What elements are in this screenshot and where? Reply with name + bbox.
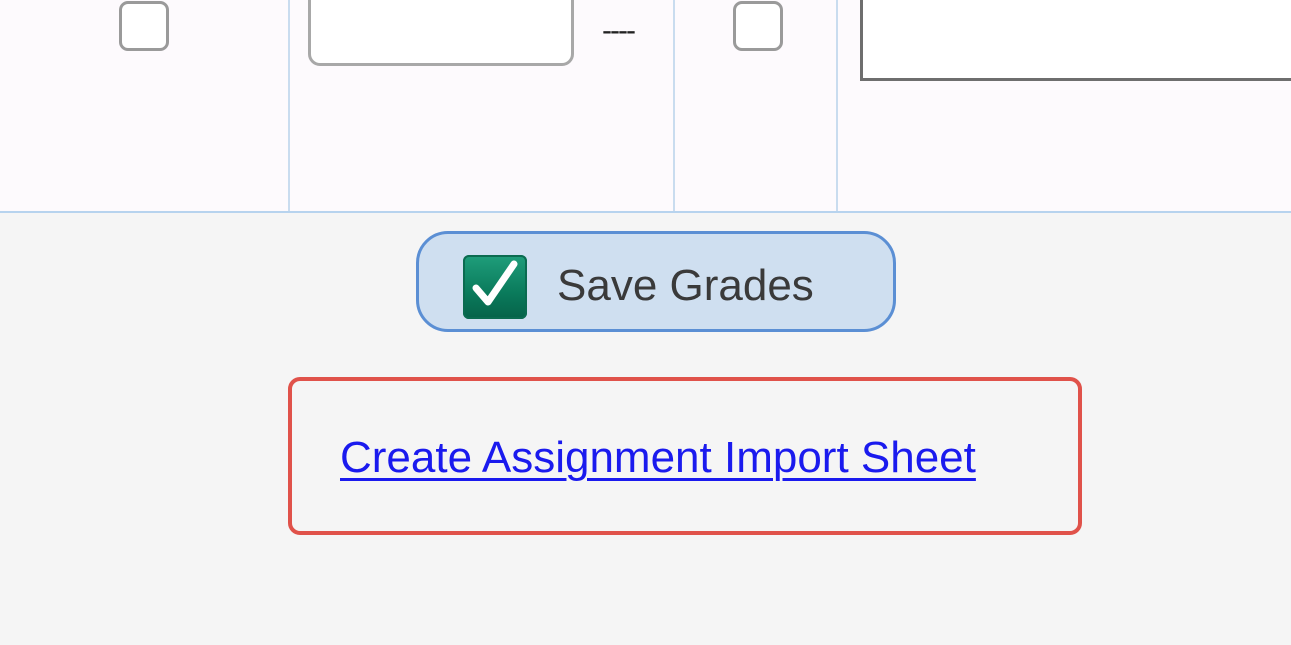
column-divider bbox=[288, 0, 290, 211]
column-divider bbox=[673, 0, 675, 211]
grade-row: ---- bbox=[0, 0, 1291, 213]
exempt-checkbox[interactable] bbox=[119, 1, 169, 51]
placeholder-dash: ---- bbox=[602, 14, 636, 47]
create-assignment-import-sheet-link[interactable]: Create Assignment Import Sheet bbox=[340, 433, 976, 483]
score-input[interactable] bbox=[308, 0, 574, 66]
gradebook-page: ---- Save Grades Create Assignment Impor… bbox=[0, 0, 1291, 645]
comment-textarea[interactable] bbox=[860, 0, 1291, 81]
save-grades-label: Save Grades bbox=[557, 261, 814, 310]
check-icon bbox=[463, 255, 527, 319]
save-grades-button[interactable]: Save Grades bbox=[416, 231, 896, 332]
missing-checkbox[interactable] bbox=[733, 1, 783, 51]
column-divider bbox=[836, 0, 838, 211]
